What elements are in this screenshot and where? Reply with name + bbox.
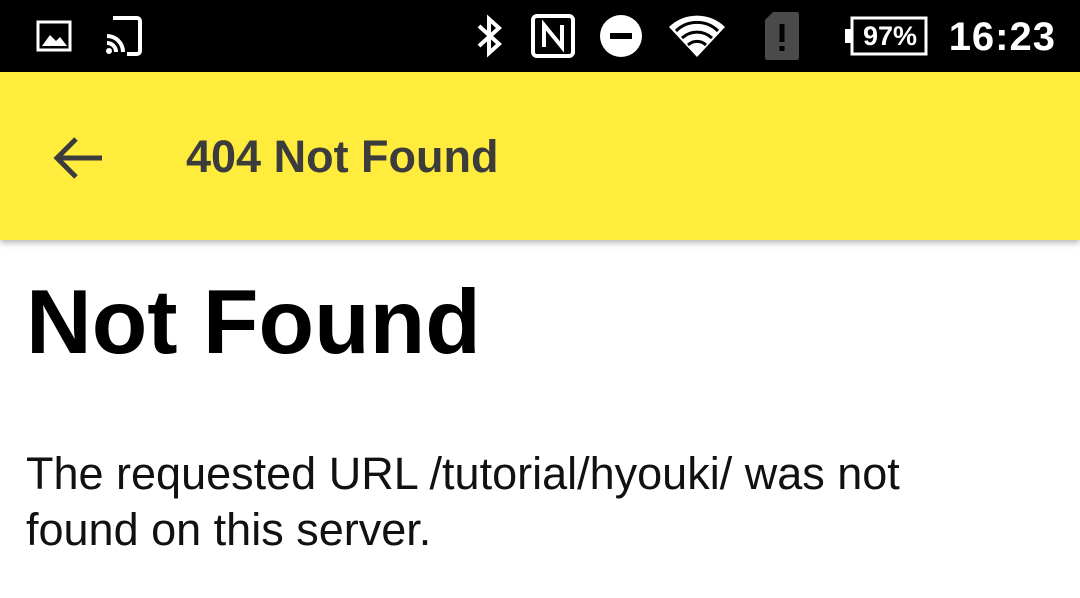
sim-alert-icon xyxy=(762,0,802,72)
nfc-icon xyxy=(528,0,578,72)
error-message: The requested URL /tutorial/hyouki/ was … xyxy=(26,448,900,555)
bluetooth-icon xyxy=(472,0,508,72)
clock: 16:23 xyxy=(948,15,1056,59)
app-bar-title: 404 Not Found xyxy=(186,131,499,182)
back-button[interactable] xyxy=(36,116,120,200)
status-bar: 97% 16:23 xyxy=(0,0,1080,72)
app-bar: 404 Not Found xyxy=(0,72,1080,240)
arrow-left-icon xyxy=(53,137,102,179)
image-notification-icon xyxy=(34,0,74,72)
cast-icon xyxy=(102,0,144,72)
page-content: Not Found The requested URL /tutorial/hy… xyxy=(26,240,1056,558)
battery-percent: 97% xyxy=(862,20,918,51)
battery-icon: 97% xyxy=(844,0,930,72)
do-not-disturb-icon xyxy=(598,0,644,72)
page-heading: Not Found xyxy=(26,272,481,373)
wifi-icon xyxy=(666,0,728,72)
